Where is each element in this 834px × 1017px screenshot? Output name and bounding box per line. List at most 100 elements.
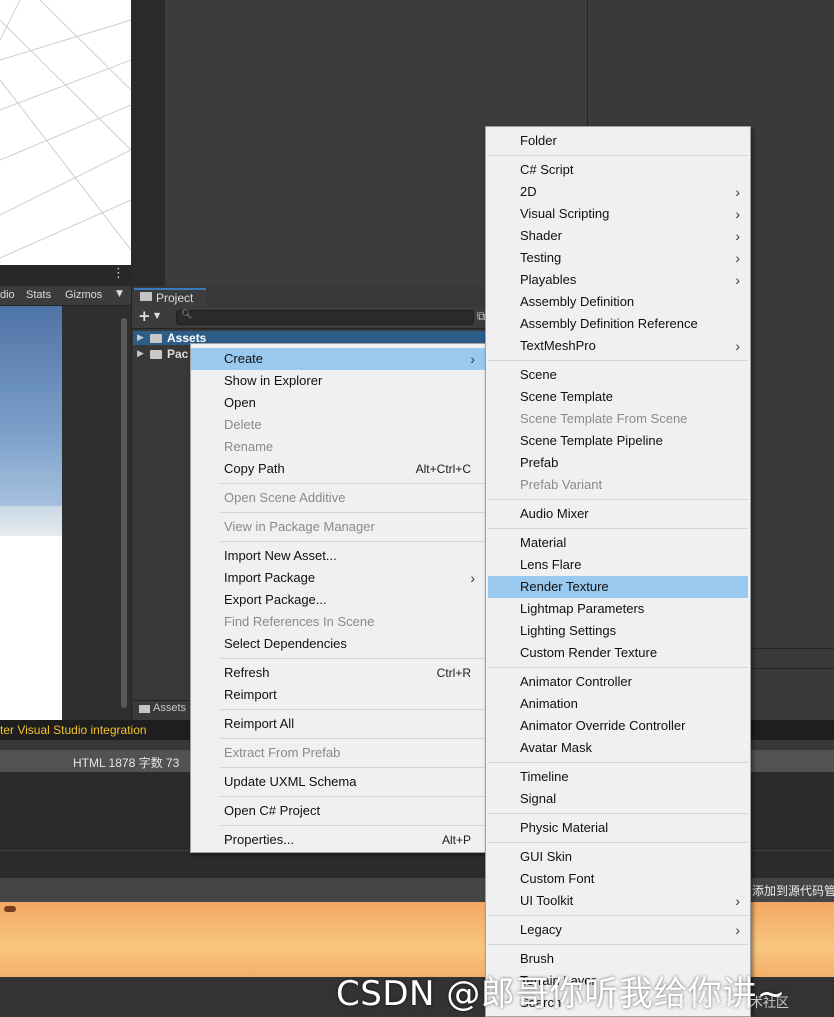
menu-item-label: Scene Template bbox=[520, 389, 613, 404]
menu-item-signal[interactable]: Signal bbox=[486, 788, 750, 810]
chevron-right-icon: › bbox=[735, 922, 740, 938]
menu-item-copy-path[interactable]: Copy Path Alt+Ctrl+C bbox=[191, 458, 485, 480]
menu-item-custom-render-texture[interactable]: Custom Render Texture bbox=[486, 642, 750, 664]
menu-item-lightmap-parameters[interactable]: Lightmap Parameters bbox=[486, 598, 750, 620]
menu-item-animation[interactable]: Animation bbox=[486, 693, 750, 715]
add-asset-button[interactable]: + bbox=[138, 307, 151, 325]
menu-item-testing[interactable]: Testing › bbox=[486, 247, 750, 269]
menu-item-scene-template-from-scene: Scene Template From Scene bbox=[486, 408, 750, 430]
menu-item-shader[interactable]: Shader › bbox=[486, 225, 750, 247]
menu-separator bbox=[488, 528, 748, 529]
add-to-source-control-label[interactable]: 添加到源代码管理 bbox=[752, 882, 834, 899]
menu-item-update-uxml-schema[interactable]: Update UXML Schema bbox=[191, 771, 485, 793]
menu-item-avatar-mask[interactable]: Avatar Mask bbox=[486, 737, 750, 759]
divider-panel bbox=[131, 0, 165, 286]
menu-item-delete: Delete bbox=[191, 414, 485, 436]
menu-item-refresh[interactable]: Refresh Ctrl+R bbox=[191, 662, 485, 684]
menu-item-reimport[interactable]: Reimport bbox=[191, 684, 485, 706]
chevron-down-icon[interactable]: ▼ bbox=[154, 311, 160, 320]
menu-item-physic-material[interactable]: Physic Material bbox=[486, 817, 750, 839]
search-input[interactable] bbox=[176, 310, 474, 325]
menu-item-custom-font[interactable]: Custom Font bbox=[486, 868, 750, 890]
scene-view[interactable] bbox=[0, 0, 131, 265]
menu-item-shortcut: Alt+Ctrl+C bbox=[415, 462, 471, 476]
menu-item-lens-flare[interactable]: Lens Flare bbox=[486, 554, 750, 576]
menu-item-label: Reimport bbox=[224, 687, 277, 702]
menu-item-scene-template-pipeline[interactable]: Scene Template Pipeline bbox=[486, 430, 750, 452]
menu-item-textmeshpro[interactable]: TextMeshPro › bbox=[486, 335, 750, 357]
menu-separator bbox=[220, 512, 485, 513]
menu-item-gui-skin[interactable]: GUI Skin bbox=[486, 846, 750, 868]
menu-item-render-texture[interactable]: Render Texture bbox=[488, 576, 748, 598]
menu-separator bbox=[488, 762, 748, 763]
menu-item-scene[interactable]: Scene bbox=[486, 364, 750, 386]
menu-item-open[interactable]: Open bbox=[191, 392, 485, 414]
expand-arrow-icon[interactable]: ▶ bbox=[137, 333, 144, 343]
game-view[interactable] bbox=[0, 306, 62, 720]
menu-item-prefab-variant: Prefab Variant bbox=[486, 474, 750, 496]
audio-toggle[interactable]: dio bbox=[0, 289, 15, 301]
menu-item-c-script[interactable]: C# Script bbox=[486, 159, 750, 181]
menu-item-label: Playables bbox=[520, 272, 577, 287]
menu-item-assembly-definition[interactable]: Assembly Definition bbox=[486, 291, 750, 313]
menu-separator bbox=[488, 155, 748, 156]
menu-item-lighting-settings[interactable]: Lighting Settings bbox=[486, 620, 750, 642]
menu-item-export-package[interactable]: Export Package... bbox=[191, 589, 485, 611]
menu-item-2d[interactable]: 2D › bbox=[486, 181, 750, 203]
chevron-right-icon: › bbox=[470, 570, 475, 586]
status-message[interactable]: ter Visual Studio integration bbox=[0, 723, 147, 737]
search-icon: 🔍︎ bbox=[181, 310, 193, 320]
menu-separator bbox=[220, 825, 485, 826]
tree-item-packages[interactable]: Pac bbox=[167, 347, 188, 361]
menu-item-find-references-in-scene: Find References In Scene bbox=[191, 611, 485, 633]
menu-item-label: Export Package... bbox=[224, 592, 327, 607]
expand-arrow-icon[interactable]: ▶ bbox=[137, 349, 144, 359]
menu-item-animator-override-controller[interactable]: Animator Override Controller bbox=[486, 715, 750, 737]
breadcrumb-assets[interactable]: Assets bbox=[153, 702, 186, 714]
scrollbar[interactable] bbox=[121, 318, 127, 708]
menu-item-label: Scene Template From Scene bbox=[520, 411, 688, 426]
menu-item-select-dependencies[interactable]: Select Dependencies bbox=[191, 633, 485, 655]
menu-item-label: Animator Override Controller bbox=[520, 718, 686, 733]
chevron-right-icon: › bbox=[735, 228, 740, 244]
stats-toggle[interactable]: Stats bbox=[26, 289, 51, 301]
menu-item-import-package[interactable]: Import Package › bbox=[191, 567, 485, 589]
desktop-mark bbox=[4, 906, 16, 912]
watermark-sub: @稀土掘金技术社区 bbox=[672, 996, 790, 1011]
menu-item-label: Physic Material bbox=[520, 820, 609, 835]
folder-icon bbox=[150, 334, 162, 343]
menu-item-label: View in Package Manager bbox=[224, 519, 375, 534]
menu-item-label: C# Script bbox=[520, 162, 574, 177]
right-panel bbox=[750, 286, 834, 720]
menu-item-import-new-asset[interactable]: Import New Asset... bbox=[191, 545, 485, 567]
chevron-right-icon: › bbox=[735, 250, 740, 266]
menu-item-visual-scripting[interactable]: Visual Scripting › bbox=[486, 203, 750, 225]
menu-item-animator-controller[interactable]: Animator Controller bbox=[486, 671, 750, 693]
menu-item-label: Import New Asset... bbox=[224, 548, 337, 563]
menu-item-playables[interactable]: Playables › bbox=[486, 269, 750, 291]
menu-item-label: Copy Path bbox=[224, 461, 285, 476]
menu-item-material[interactable]: Material bbox=[486, 532, 750, 554]
menu-item-audio-mixer[interactable]: Audio Mixer bbox=[486, 503, 750, 525]
menu-item-reimport-all[interactable]: Reimport All bbox=[191, 713, 485, 735]
menu-item-open-c-project[interactable]: Open C# Project bbox=[191, 800, 485, 822]
menu-item-label: Prefab bbox=[520, 455, 559, 470]
menu-item-timeline[interactable]: Timeline bbox=[486, 766, 750, 788]
menu-item-scene-template[interactable]: Scene Template bbox=[486, 386, 750, 408]
menu-item-properties[interactable]: Properties... Alt+P bbox=[191, 829, 485, 851]
menu-item-assembly-definition-reference[interactable]: Assembly Definition Reference bbox=[486, 313, 750, 335]
menu-item-prefab[interactable]: Prefab bbox=[486, 452, 750, 474]
menu-item-legacy[interactable]: Legacy › bbox=[486, 919, 750, 941]
menu-item-extract-from-prefab: Extract From Prefab bbox=[191, 742, 485, 764]
gizmos-dropdown-icon[interactable]: ▼ bbox=[116, 289, 123, 299]
menu-item-create[interactable]: Create › bbox=[191, 348, 485, 370]
menu-item-show-in-explorer[interactable]: Show in Explorer bbox=[191, 370, 485, 392]
gizmos-toggle[interactable]: Gizmos bbox=[65, 289, 102, 301]
menu-item-ui-toolkit[interactable]: UI Toolkit › bbox=[486, 890, 750, 912]
menu-item-folder[interactable]: Folder bbox=[486, 130, 750, 152]
menu-item-label: UI Toolkit bbox=[520, 893, 574, 908]
info-text: HTML 1878 字数 73 bbox=[73, 756, 180, 770]
menu-item-label: Open bbox=[224, 395, 256, 410]
menu-separator bbox=[220, 738, 485, 739]
kebab-icon[interactable]: ⋮ bbox=[112, 266, 125, 281]
